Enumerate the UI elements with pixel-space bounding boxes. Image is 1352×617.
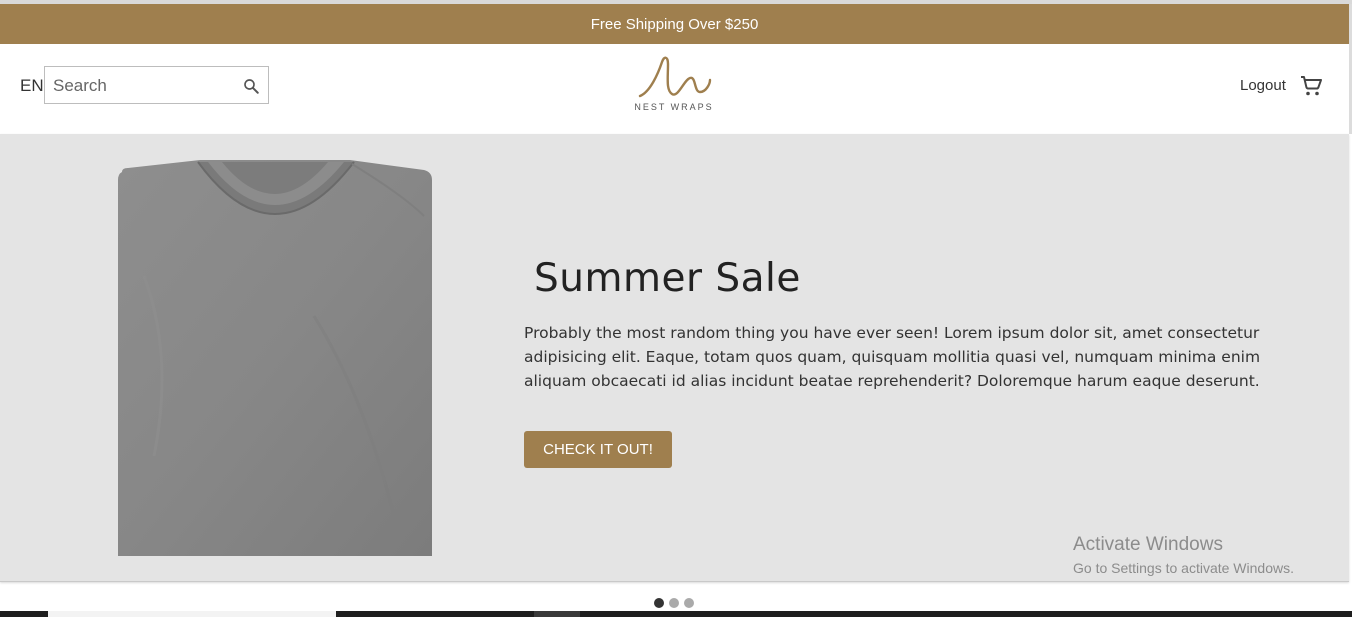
- next-section-card-2: [534, 611, 580, 617]
- check-it-out-button[interactable]: CHECK IT OUT!: [524, 431, 672, 468]
- search-input[interactable]: [51, 67, 245, 105]
- language-selector[interactable]: EN: [20, 76, 44, 96]
- cart-icon[interactable]: [1299, 74, 1323, 98]
- tshirt-image: [118, 160, 432, 556]
- watermark-line-2: Go to Settings to activate Windows.: [1073, 560, 1294, 576]
- logout-link[interactable]: Logout: [1240, 77, 1286, 94]
- carousel-dot-1[interactable]: [654, 598, 664, 608]
- hero-title: Summer Sale: [534, 256, 801, 301]
- search-box[interactable]: [44, 66, 269, 105]
- announcement-text: Free Shipping Over $250: [590, 15, 759, 33]
- carousel-indicators: [654, 598, 694, 608]
- site-header: EN NEST WRAPS Logout: [0, 44, 1349, 134]
- logo-mark-icon: [638, 56, 712, 98]
- windows-activation-watermark: Activate Windows Go to Settings to activ…: [1073, 534, 1294, 576]
- next-section-card: [48, 611, 336, 617]
- announcement-bar: Free Shipping Over $250: [0, 4, 1349, 44]
- logo-wordmark: NEST WRAPS: [634, 102, 714, 112]
- carousel-dot-3[interactable]: [684, 598, 694, 608]
- hero-slide: Summer Sale Probably the most random thi…: [0, 134, 1349, 582]
- search-icon[interactable]: [242, 77, 260, 95]
- watermark-line-1: Activate Windows: [1073, 534, 1223, 555]
- carousel-dot-2[interactable]: [669, 598, 679, 608]
- hero-description: Probably the most random thing you have …: [524, 324, 1261, 390]
- site-logo[interactable]: NEST WRAPS: [632, 54, 716, 118]
